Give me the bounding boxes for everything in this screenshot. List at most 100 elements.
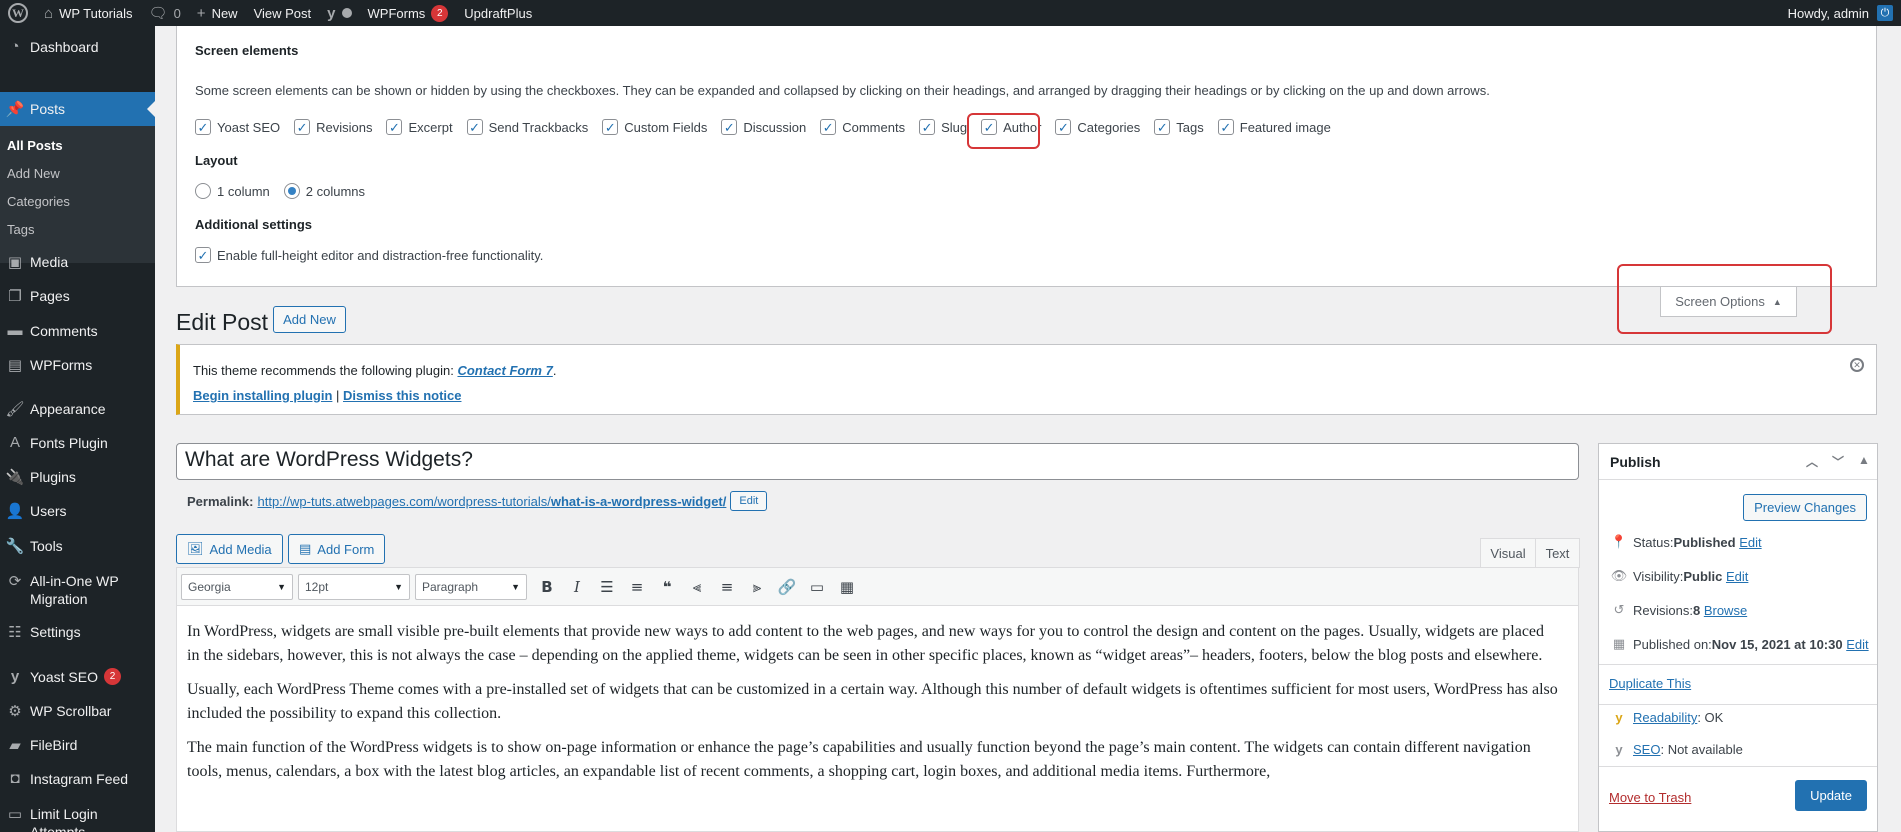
sidebar-item-settings[interactable]: ☷ Settings xyxy=(0,623,155,641)
tab-visual[interactable]: Visual xyxy=(1480,538,1536,568)
edit-status-link[interactable]: Edit xyxy=(1739,535,1761,550)
yoast-badge: 2 xyxy=(103,668,121,685)
sidebar-item-pages[interactable]: ❐ Pages xyxy=(0,287,155,305)
duplicate-link[interactable]: Duplicate This xyxy=(1609,676,1691,691)
checkbox-yoast-seo[interactable]: ✓ Yoast SEO xyxy=(195,119,280,135)
user-icon: 👤 xyxy=(5,503,25,520)
wp-logo-menu[interactable]: W xyxy=(0,0,36,26)
contact-form-7-link[interactable]: Contact Form 7 xyxy=(457,363,552,378)
yoast-readability-icon: y xyxy=(1615,710,1623,725)
blockquote-icon[interactable]: ❝ xyxy=(652,574,682,600)
toolbar-toggle-icon[interactable]: ▦ xyxy=(832,574,862,600)
sidebar-item-migration[interactable]: ⟳ All-in-One WP Migration xyxy=(0,572,155,608)
submenu-all-posts[interactable]: All Posts xyxy=(7,138,63,153)
sidebar-item-yoast[interactable]: y Yoast SEO 2 xyxy=(0,668,155,686)
format-select[interactable]: Paragraph ▼ xyxy=(415,573,527,600)
permalink-link[interactable]: http://wp-tuts.atwebpages.com/wordpress-… xyxy=(257,494,726,509)
yoast-menu[interactable]: y xyxy=(319,0,359,26)
edit-date-link[interactable]: Edit xyxy=(1846,637,1868,652)
sidebar-item-wpforms[interactable]: ▤ WPForms xyxy=(0,356,155,374)
sidebar-item-plugins[interactable]: 🔌 Plugins xyxy=(0,468,155,486)
collapse-icon[interactable]: ▲ xyxy=(1851,453,1877,470)
font-size-select[interactable]: 12pt ▼ xyxy=(298,573,410,600)
radio-1-column[interactable]: 1 column xyxy=(195,183,270,199)
bullet-list-icon[interactable]: ☰ xyxy=(592,574,622,600)
checkmark-icon: ✓ xyxy=(466,119,483,135)
move-down-icon[interactable]: ﹀ xyxy=(1825,453,1851,470)
move-up-icon[interactable]: ︿ xyxy=(1799,453,1825,470)
calendar-icon: ▦ xyxy=(1612,636,1626,651)
status-row: 📍 Status: Published Edit xyxy=(1610,534,1762,550)
radio-2-columns[interactable]: 2 columns xyxy=(283,183,365,199)
checkbox-categories[interactable]: ✓ Categories xyxy=(1055,119,1140,135)
updraftplus-menu[interactable]: UpdraftPlus xyxy=(456,0,540,26)
add-new-post-button[interactable]: Add New xyxy=(273,306,346,333)
checkbox-send-trackbacks[interactable]: ✓ Send Trackbacks xyxy=(466,119,588,135)
permalink-row: Permalink: http://wp-tuts.atwebpages.com… xyxy=(187,491,768,511)
move-to-trash-link[interactable]: Move to Trash xyxy=(1609,790,1691,805)
numbered-list-icon[interactable]: ≡ xyxy=(622,574,652,600)
dismiss-notice-link[interactable]: Dismiss this notice xyxy=(343,388,461,403)
view-post-link[interactable]: View Post xyxy=(246,0,320,26)
my-account-menu[interactable]: Howdy, admin ⏻ xyxy=(1780,0,1901,26)
post-title-input[interactable]: What are WordPress Widgets? xyxy=(176,443,1579,480)
sidebar-item-filebird[interactable]: ▰ FileBird xyxy=(0,736,155,754)
sidebar-item-fonts-plugin[interactable]: A Fonts Plugin xyxy=(0,434,155,452)
edit-permalink-button[interactable]: Edit xyxy=(730,491,768,511)
admin-sidebar: ◔ Dashboard 📌 Posts All Posts Add New Cate… xyxy=(0,26,155,832)
wpforms-menu[interactable]: WPForms 2 xyxy=(360,0,457,26)
begin-installing-link[interactable]: Begin installing plugin xyxy=(193,388,332,403)
link-icon[interactable]: 🔗 xyxy=(772,574,802,600)
plus-icon: + xyxy=(196,4,206,22)
checkbox-slug[interactable]: ✓ Slug xyxy=(919,119,967,135)
history-icon: ↺ xyxy=(1613,602,1625,617)
italic-icon[interactable]: I xyxy=(562,574,592,600)
new-content-menu[interactable]: + New xyxy=(189,0,246,26)
seo-score-dot-icon xyxy=(341,8,352,18)
comments-link[interactable]: 🗨 0 xyxy=(141,0,189,26)
add-media-button[interactable]: 🖼 Add Media xyxy=(176,534,283,564)
checkbox-fullheight-editor[interactable]: ✓ Enable full-height editor and distracti… xyxy=(195,247,543,263)
sidebar-item-instagram[interactable]: ◘ Instagram Feed xyxy=(0,770,155,788)
sidebar-item-media[interactable]: ▣ Media xyxy=(0,253,155,271)
paragraph: In WordPress, widgets are small visible … xyxy=(187,623,1545,664)
browse-revisions-link[interactable]: Browse xyxy=(1704,603,1747,618)
align-center-icon[interactable]: ≡ xyxy=(712,574,742,600)
sidebar-item-limit-login[interactable]: ▭ Limit Login Attempts xyxy=(0,805,155,832)
sidebar-item-wp-scrollbar[interactable]: ⚙ WP Scrollbar xyxy=(0,702,155,720)
sidebar-item-dashboard[interactable]: ◔ Dashboard xyxy=(0,38,155,56)
sidebar-item-appearance[interactable]: 🖌 Appearance xyxy=(0,400,155,418)
align-right-icon[interactable]: ⫸ xyxy=(742,574,772,600)
seo-link[interactable]: SEO xyxy=(1633,742,1660,757)
checkbox-discussion[interactable]: ✓ Discussion xyxy=(721,119,806,135)
checkbox-revisions[interactable]: ✓ Revisions xyxy=(294,119,372,135)
sidebar-item-posts[interactable]: 📌 Posts xyxy=(0,92,155,126)
submenu-tags[interactable]: Tags xyxy=(7,222,34,237)
read-more-icon[interactable]: ▭ xyxy=(802,574,832,600)
update-button[interactable]: Update xyxy=(1795,780,1867,811)
add-form-button[interactable]: ▤ Add Form xyxy=(288,534,386,564)
submenu-add-new[interactable]: Add New xyxy=(7,166,60,181)
site-name-link[interactable]: ⌂ WP Tutorials xyxy=(36,0,141,26)
yoast-seo-icon: y xyxy=(1615,742,1623,757)
screen-elements-checkboxes: ✓ Yoast SEO ✓ Revisions ✓ Excerpt ✓ Send Tra… xyxy=(195,119,1345,135)
dismiss-icon[interactable]: ✕ xyxy=(1850,358,1864,372)
checkbox-comments[interactable]: ✓ Comments xyxy=(820,119,905,135)
eye-icon: 👁 xyxy=(1610,568,1628,583)
checkbox-featured-image[interactable]: ✓ Featured image xyxy=(1217,119,1331,135)
checkbox-tags[interactable]: ✓ Tags xyxy=(1154,119,1204,135)
tab-text[interactable]: Text xyxy=(1536,538,1580,568)
sidebar-item-tools[interactable]: 🔧 Tools xyxy=(0,537,155,555)
submenu-categories[interactable]: Categories xyxy=(7,194,70,209)
font-family-select[interactable]: Georgia ▼ xyxy=(181,573,293,600)
bold-icon[interactable]: B xyxy=(532,574,562,600)
checkbox-excerpt[interactable]: ✓ Excerpt xyxy=(386,119,453,135)
align-left-icon[interactable]: ⫷ xyxy=(682,574,712,600)
editor-content[interactable]: In WordPress, widgets are small visible … xyxy=(187,620,1558,794)
checkbox-custom-fields[interactable]: ✓ Custom Fields xyxy=(602,119,707,135)
sidebar-item-comments[interactable]: ▬ Comments xyxy=(0,322,155,340)
sidebar-item-users[interactable]: 👤 Users xyxy=(0,502,155,520)
readability-link[interactable]: Readability xyxy=(1633,710,1697,725)
preview-changes-button[interactable]: Preview Changes xyxy=(1743,494,1867,521)
edit-visibility-link[interactable]: Edit xyxy=(1726,569,1748,584)
